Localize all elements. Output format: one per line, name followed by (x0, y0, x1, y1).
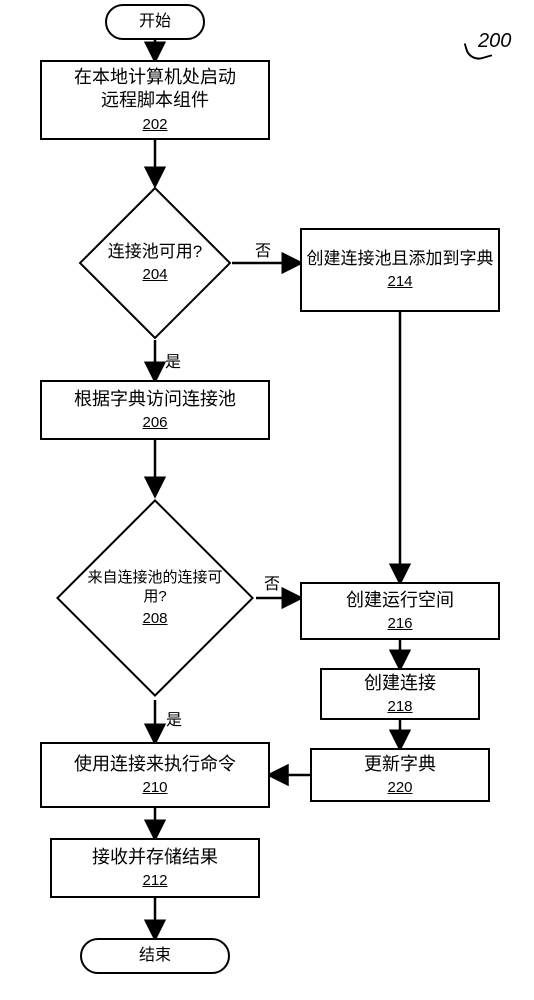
decision-208-text: 来自连接池的连接可用? (87, 568, 223, 607)
process-218-ref: 218 (387, 697, 412, 717)
decision-204: 连接池可用? 204 (79, 187, 232, 340)
edge-label-208-yes: 是 (166, 706, 182, 730)
process-210: 使用连接来执行命令 210 (40, 742, 270, 808)
decision-204-text: 连接池可用? (108, 241, 202, 263)
process-212: 接收并存储结果 212 (50, 838, 260, 898)
process-220-ref: 220 (387, 778, 412, 798)
process-210-ref: 210 (142, 778, 167, 798)
terminator-end: 结束 (80, 938, 230, 974)
process-220: 更新字典 220 (310, 748, 490, 802)
process-214-text: 创建连接池且添加到字典 (307, 248, 494, 270)
figure-label-swoosh-icon (462, 30, 490, 50)
edge-label-204-yes: 是 (165, 348, 181, 372)
process-212-text: 接收并存储结果 (92, 846, 218, 869)
process-202-ref: 202 (142, 115, 167, 135)
process-206: 根据字典访问连接池 206 (40, 380, 270, 440)
process-206-text: 根据字典访问连接池 (74, 388, 236, 411)
process-210-text: 使用连接来执行命令 (74, 753, 236, 776)
process-214: 创建连接池且添加到字典 214 (300, 228, 500, 312)
process-216-ref: 216 (387, 614, 412, 634)
decision-208: 来自连接池的连接可用? 208 (56, 499, 254, 697)
edge-label-208-no: 否 (264, 570, 280, 594)
terminator-end-text: 结束 (139, 946, 171, 967)
process-216: 创建运行空间 216 (300, 582, 500, 640)
process-214-ref: 214 (387, 272, 412, 292)
process-216-text: 创建运行空间 (346, 589, 454, 612)
decision-208-ref: 208 (142, 609, 167, 629)
process-202-text: 在本地计算机处启动 远程脚本组件 (74, 66, 236, 113)
process-206-ref: 206 (142, 413, 167, 433)
terminator-start-text: 开始 (139, 12, 171, 33)
decision-204-ref: 204 (142, 265, 167, 285)
process-220-text: 更新字典 (364, 753, 436, 776)
process-202: 在本地计算机处启动 远程脚本组件 202 (40, 60, 270, 140)
process-218-text: 创建连接 (364, 672, 436, 695)
terminator-start: 开始 (105, 4, 205, 40)
process-212-ref: 212 (142, 871, 167, 891)
edge-label-204-no: 否 (255, 237, 271, 261)
process-218: 创建连接 218 (320, 668, 480, 720)
